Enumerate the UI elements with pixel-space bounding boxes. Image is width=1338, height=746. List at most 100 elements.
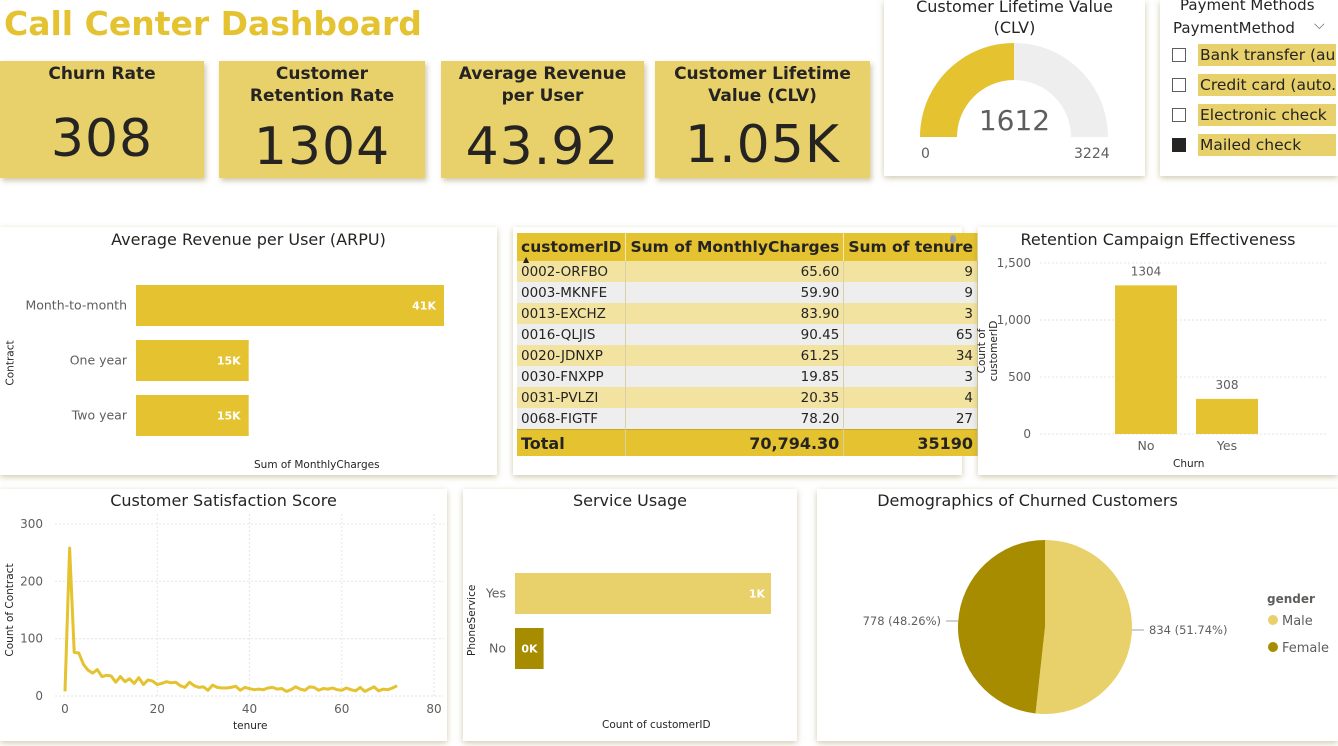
column-header-label: customerID <box>521 238 622 256</box>
data-label: 15K <box>217 355 241 368</box>
table-row[interactable]: 0013-EXCHZ 83.90 3 <box>517 303 978 324</box>
customer-table-card[interactable]: customerID ▲ Sum of MonthlyCharges Sum o… <box>513 227 978 475</box>
customerid-cell: 0002-ORFBO <box>517 261 627 282</box>
monthlycharges-cell: 61.25 <box>625 345 845 366</box>
kpi-title: Churn Rate <box>48 64 156 84</box>
table-header-row: customerID ▲ Sum of MonthlyCharges Sum o… <box>517 233 978 264</box>
x-tick-label: 60 <box>334 702 349 716</box>
column-header-customerid[interactable]: customerID ▲ <box>517 233 627 264</box>
checkbox[interactable] <box>1172 48 1186 62</box>
slicer-title: Payment Methods <box>1180 0 1315 14</box>
y-axis-title: Count of Contract <box>4 563 16 657</box>
service-usage-chart: 1K Yes 0K No <box>485 573 771 669</box>
legend-title: gender <box>1267 592 1315 606</box>
service-usage-card[interactable]: Service Usage 1K Yes 0K No Count of custome… <box>463 489 797 741</box>
kpi-title: Customer Retention Rate <box>249 64 395 106</box>
legend-label: Male <box>1282 614 1313 629</box>
sort-ascending-icon[interactable]: ▲ <box>523 255 529 264</box>
tenure-cell: 3 <box>843 366 978 387</box>
slicer-option-bank-transfer[interactable]: Bank transfer (au... <box>1172 44 1336 66</box>
kpi-retention-rate[interactable]: Customer Retention Rate 1304 <box>219 61 425 178</box>
monthlycharges-cell: 59.90 <box>625 282 845 303</box>
data-label: 1304 <box>1131 264 1162 278</box>
customerid-cell: 0016-QLJIS <box>517 324 627 345</box>
tenure-cell: 34 <box>843 345 978 366</box>
table-row[interactable]: 0003-MKNFE 59.90 9 <box>517 282 978 303</box>
gauge-value: 1612 <box>978 104 1051 137</box>
table-row[interactable]: 0020-JDNXP 61.25 34 <box>517 345 978 366</box>
x-tick-label: 80 <box>426 702 441 716</box>
customer-table: customerID ▲ Sum of MonthlyCharges Sum o… <box>517 233 978 456</box>
x-tick-label: 0 <box>61 702 69 716</box>
slicer-option-electronic-check[interactable]: Electronic check <box>1172 104 1336 126</box>
total-tenure: 35190 <box>843 429 978 456</box>
customerid-cell: 0068-FIGTF <box>517 408 627 430</box>
table-row[interactable]: 0002-ORFBO 65.60 9 <box>517 261 978 282</box>
y-tick-label: 100 <box>20 632 43 646</box>
table-row[interactable]: 0016-QLJIS 90.45 65 <box>517 324 978 345</box>
x-axis-title: Count of customerID <box>602 719 711 731</box>
data-label: 41K <box>412 300 436 313</box>
y-tick-label: 0 <box>35 689 43 703</box>
slicer-option-label: Credit card (auto... <box>1198 74 1336 96</box>
tenure-cell: 3 <box>843 303 978 324</box>
kpi-value: 308 <box>50 109 154 169</box>
checkbox[interactable] <box>1172 108 1186 122</box>
checkbox-checked[interactable] <box>1172 138 1186 152</box>
column-header-monthlycharges[interactable]: Sum of MonthlyCharges <box>625 233 845 261</box>
table-row[interactable]: 0031-PVLZI 20.35 4 <box>517 387 978 408</box>
slicer-option-label: Mailed check <box>1198 134 1336 156</box>
clv-gauge-card[interactable]: Customer Lifetime Value (CLV) 1612 0 322… <box>884 0 1145 176</box>
monthlycharges-cell: 20.35 <box>625 387 845 408</box>
kpi-clv[interactable]: Customer Lifetime Value (CLV) 1.05K <box>655 61 870 178</box>
table-total-row: Total 70,794.30 35190 <box>517 429 978 456</box>
table-row[interactable]: 0030-FNXPP 19.85 3 <box>517 366 978 387</box>
y-tick-label: 300 <box>20 517 43 531</box>
arpu-chart-card[interactable]: Average Revenue per User (ARPU) 41K Month… <box>0 227 497 475</box>
bar[interactable] <box>515 573 771 614</box>
tenure-cell: 65 <box>843 324 978 345</box>
data-label: 15K <box>217 410 241 423</box>
slicer-option-mailed-check[interactable]: Mailed check <box>1172 134 1336 156</box>
slicer-option-credit-card[interactable]: Credit card (auto... <box>1172 74 1336 96</box>
bar[interactable] <box>1115 285 1177 434</box>
table-row[interactable]: 0068-FIGTF 78.20 27 <box>517 408 978 430</box>
x-axis-title: Churn <box>1173 458 1205 470</box>
customerid-cell: 0030-FNXPP <box>517 366 627 387</box>
bar[interactable] <box>1196 398 1258 434</box>
monthlycharges-cell: 78.20 <box>625 408 845 430</box>
satisfaction-chart-card[interactable]: Customer Satisfaction Score 0 100 200 300 0 2… <box>0 489 447 741</box>
legend-item-male[interactable]: Male <box>1268 614 1313 629</box>
kpi-arpu[interactable]: Average Revenue per User 43.92 <box>441 61 644 178</box>
monthlycharges-cell: 65.60 <box>625 261 845 282</box>
bar[interactable] <box>136 285 444 326</box>
checkbox[interactable] <box>1172 78 1186 92</box>
tenure-cell: 4 <box>843 387 978 408</box>
slicer-option-label: Bank transfer (au... <box>1198 44 1336 66</box>
customerid-cell: 0020-JDNXP <box>517 345 627 366</box>
y-axis-title: Contract <box>4 340 17 386</box>
legend-marker <box>1268 615 1278 625</box>
y-tick-label: 1,500 <box>997 256 1031 270</box>
y-axis-title: PhoneService <box>466 584 478 656</box>
scrollbar[interactable] <box>950 235 956 243</box>
data-label: 308 <box>1216 378 1239 392</box>
data-label: 0K <box>521 643 538 656</box>
demographics-pie-chart: 834 (51.74%) 778 (48.26%) <box>863 540 1227 714</box>
monthlycharges-cell: 83.90 <box>625 303 845 324</box>
x-axis-title: Sum of MonthlyCharges <box>254 459 380 471</box>
payment-method-slicer[interactable]: Payment Methods PaymentMethod ⌵ Bank tra… <box>1160 0 1338 176</box>
customerid-cell: 0031-PVLZI <box>517 387 627 408</box>
series-line[interactable] <box>63 546 398 693</box>
retention-chart-card[interactable]: Retention Campaign Effectiveness 0 500 1,0… <box>976 227 1338 475</box>
pie-slice-male[interactable] <box>1035 540 1132 714</box>
page-title: Call Center Dashboard <box>4 4 422 43</box>
kpi-title: Customer Lifetime Value (CLV) <box>674 64 851 106</box>
legend-item-female[interactable]: Female <box>1268 641 1329 656</box>
chevron-down-icon[interactable]: ⌵ <box>1314 17 1325 33</box>
pie-slice-female[interactable] <box>957 540 1045 714</box>
column-header-tenure[interactable]: Sum of tenure <box>843 233 978 261</box>
customerid-cell: 0003-MKNFE <box>517 282 627 303</box>
demographics-chart-card[interactable]: Demographics of Churned Customers 834 (5… <box>817 489 1338 741</box>
kpi-churn-rate[interactable]: Churn Rate 308 <box>0 61 204 178</box>
